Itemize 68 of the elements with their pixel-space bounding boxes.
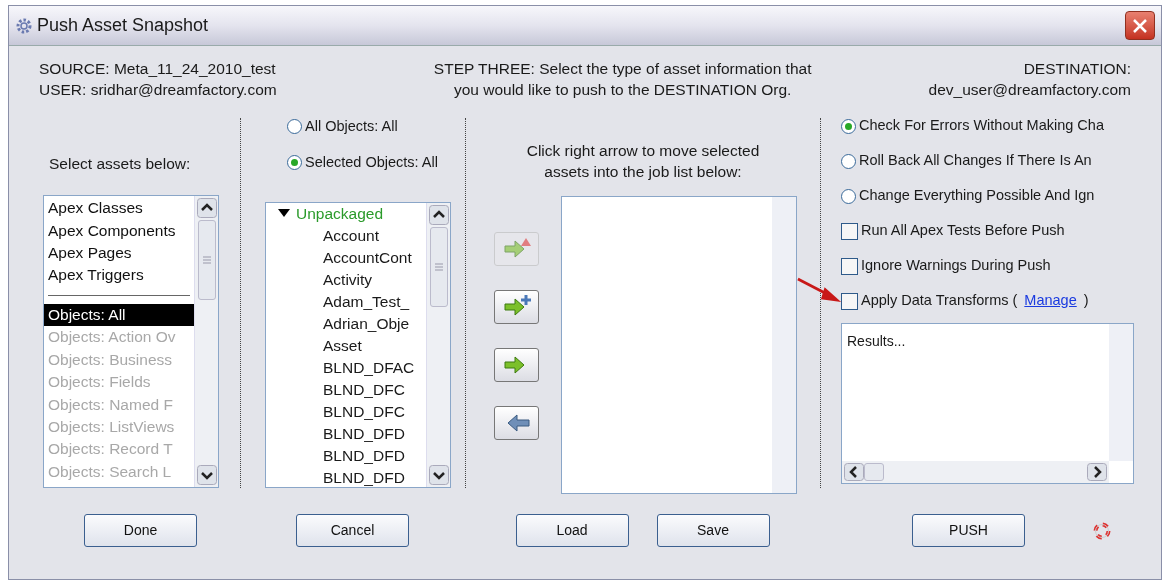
cancel-button[interactable]: Cancel (296, 514, 409, 547)
option-label[interactable]: Ignore Warnings During Push (861, 255, 1051, 277)
life-ring-icon (1093, 521, 1111, 540)
scope-option[interactable]: All Objects: All (305, 116, 398, 138)
object-tree-item[interactable]: Activity (266, 268, 426, 291)
checkbox[interactable] (841, 222, 858, 240)
push-button[interactable]: PUSH (912, 514, 1025, 547)
object-tree-item[interactable]: Account (266, 224, 426, 247)
save-button[interactable]: Save (656, 514, 770, 547)
results-text: Results... (846, 332, 907, 351)
object-tree-item[interactable]: Asset (266, 334, 426, 357)
scroll-down-icon (196, 465, 217, 485)
object-tree-item[interactable]: BLND_DFD (266, 444, 426, 467)
job-instruction: Click right arrow to move selected (526, 141, 760, 161)
tree-folder[interactable]: Unpackaged (296, 202, 384, 225)
checkbox[interactable] (841, 257, 858, 275)
scope-option[interactable]: Selected Objects: All (305, 151, 438, 174)
scroll-thumb[interactable] (197, 220, 216, 301)
option-label[interactable]: Change Everything Possible And Ign (859, 185, 1095, 207)
scrollbar[interactable] (194, 196, 218, 487)
object-tree-item[interactable]: BLND_DFD (266, 422, 426, 445)
radio-button[interactable] (841, 153, 856, 169)
option-label[interactable]: Roll Back All Changes If There Is An (859, 150, 1092, 172)
radio-button[interactable] (287, 155, 302, 171)
scroll-right-icon (1087, 463, 1107, 481)
close-icon (1132, 17, 1148, 34)
job-instruction: assets into the job list below: (544, 162, 742, 182)
object-tree-item[interactable]: BLND_DFC (266, 378, 426, 401)
object-tree-item[interactable]: Adrian_Obje (266, 312, 426, 335)
close-button[interactable] (1125, 11, 1155, 40)
scroll-up-icon (428, 204, 449, 225)
object-tree-item[interactable]: AccountCont (266, 246, 426, 269)
arrow-button[interactable] (494, 348, 539, 382)
scroll-left-icon (844, 463, 864, 481)
scroll-thumb[interactable] (429, 226, 448, 307)
option-label[interactable]: Check For Errors Without Making Cha (859, 115, 1104, 137)
object-tree-item[interactable]: BLND_DFC (266, 400, 426, 423)
source-label: SOURCE: Meta_11_24_2010_test (39, 59, 277, 79)
manage-link[interactable]: Manage (1024, 290, 1077, 312)
destination-user: dev_user@dreamfactory.com (928, 80, 1131, 100)
horizontal-scrollbar[interactable] (842, 461, 1109, 483)
object-tree-item[interactable]: Adam_Test_ (266, 290, 426, 313)
closing-paren: ) (1083, 291, 1089, 311)
asset-list-item[interactable]: Objects: All (44, 303, 194, 327)
done-button[interactable]: Done (84, 514, 197, 547)
user-label: USER: sridhar@dreamfactory.com (39, 80, 277, 100)
scroll-down-icon (428, 465, 449, 485)
checkbox[interactable] (841, 292, 858, 310)
destination-label: DESTINATION: (1023, 59, 1131, 79)
step-instruction: STEP THREE: Select the type of asset information that (433, 59, 812, 79)
step-instruction: you would like to push to the DESTINATION Org. (453, 80, 792, 100)
arrow-button[interactable] (494, 290, 539, 324)
object-tree-item[interactable]: BLND_DFAC (266, 356, 426, 379)
gear-icon (15, 16, 33, 35)
scrollbar[interactable] (426, 202, 450, 487)
scroll-thumb[interactable] (864, 463, 884, 481)
radio-button[interactable] (287, 119, 302, 135)
arrow-button[interactable] (494, 406, 539, 440)
object-tree-item[interactable]: BLND_DFD (266, 466, 426, 487)
radio-button[interactable] (841, 188, 856, 204)
load-button[interactable]: Load (515, 514, 629, 547)
expand-toggle-icon[interactable] (278, 209, 290, 218)
scroll-up-icon (196, 198, 217, 219)
window-title: Push Asset Snapshot (37, 14, 209, 37)
option-label[interactable]: Apply Data Transforms ( (861, 290, 1018, 312)
assets-label: Select assets below: (49, 154, 192, 174)
option-label[interactable]: Run All Apex Tests Before Push (861, 220, 1065, 242)
radio-button[interactable] (841, 118, 856, 134)
